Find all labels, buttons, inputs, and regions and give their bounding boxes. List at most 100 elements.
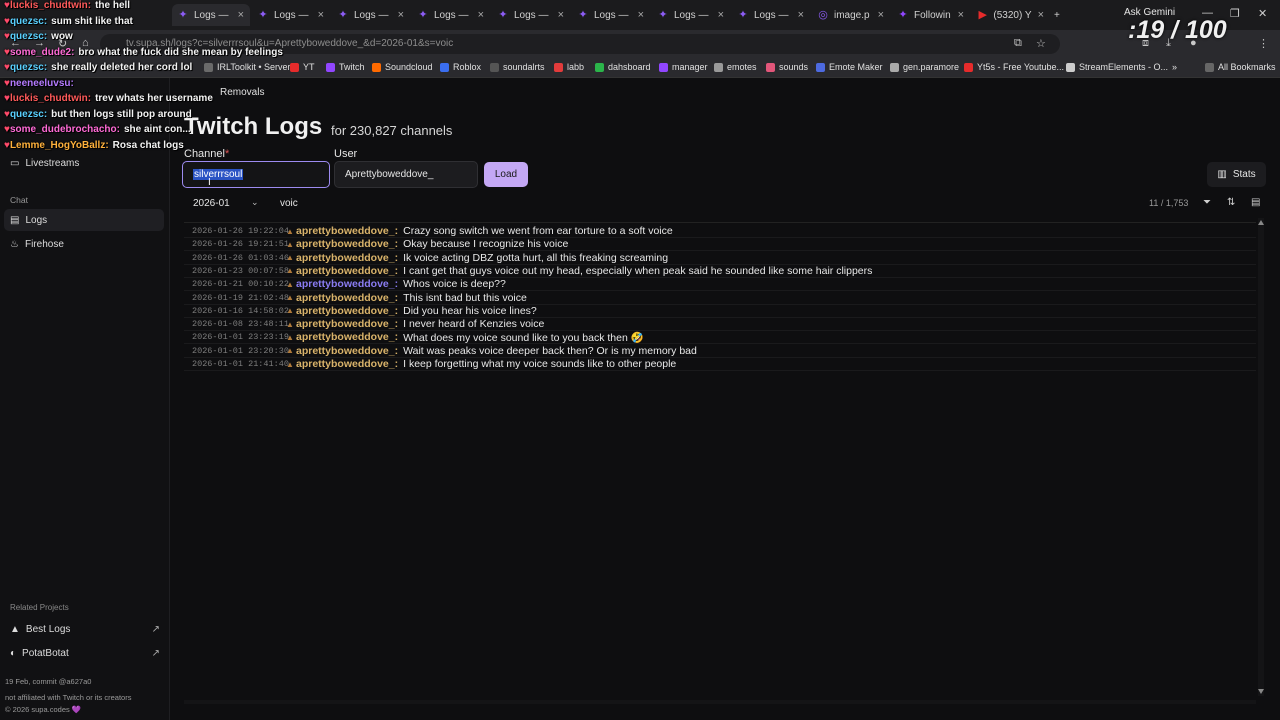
log-message: I cant get that guys voice out my head, … [403, 264, 873, 277]
log-username[interactable]: aprettyboweddove_: [296, 225, 398, 237]
bookmark-item[interactable]: labb [554, 62, 584, 72]
bookmark-label: emotes [727, 62, 757, 72]
bookmark-item[interactable]: » [1172, 62, 1177, 72]
tab-close-icon[interactable]: × [878, 9, 884, 21]
log-username[interactable]: aprettyboweddove_: [296, 238, 398, 250]
document-icon[interactable]: ▤ [1251, 197, 1260, 208]
tab-close-icon[interactable]: × [398, 9, 404, 21]
load-button[interactable]: Load [484, 162, 528, 187]
browser-tab[interactable]: ✦ Logs — × [652, 4, 730, 26]
browser-tab[interactable]: ✦ Logs — × [172, 4, 250, 26]
log-username[interactable]: aprettyboweddove_: [296, 278, 398, 290]
user-input[interactable]: Aprettyboweddove_ [334, 161, 478, 188]
bookmark-item[interactable]: All Bookmarks [1205, 62, 1276, 72]
log-username[interactable]: aprettyboweddove_: [296, 358, 398, 370]
bookmark-item[interactable]: Twitch [326, 62, 365, 72]
log-username[interactable]: aprettyboweddove_: [296, 305, 398, 317]
browser-tab[interactable]: ✦ Logs — × [332, 4, 410, 26]
bookmark-item[interactable]: Yt5s - Free Youtube... [964, 62, 1064, 72]
tab-close-icon[interactable]: × [638, 9, 644, 21]
bookmark-item[interactable]: sounds [766, 62, 808, 72]
sidebar-item-firehose[interactable]: ♨ Firehose [4, 233, 164, 255]
browser-tab-strip: ✦ Logs — × ✦ Logs — × ✦ Logs — × ✦ Logs — × ✦ Logs… [0, 0, 1280, 30]
related-link-potatbotat[interactable]: ◐ PotatBotat ↗ [10, 648, 160, 659]
browser-tab[interactable]: ✦ Logs — × [572, 4, 650, 26]
bookmark-item[interactable]: IRLToolkit • Server [204, 62, 291, 72]
bookmark-label: Roblox [453, 62, 482, 72]
log-username[interactable]: aprettyboweddove_: [296, 252, 398, 264]
browser-tab[interactable]: ✦ Logs — × [412, 4, 490, 26]
related-link-best-logs[interactable]: ▲ Best Logs ↗ [10, 624, 160, 635]
bookmark-item[interactable]: Soundcloud [372, 62, 433, 72]
overlay-chat-name: quezsc: [9, 108, 48, 120]
sidebar-item-logs[interactable]: ▤ Logs [4, 209, 164, 231]
filter-icon[interactable]: ⏷ [1203, 197, 1211, 208]
overlay-chat-name: quezsc: [9, 62, 48, 73]
close-window-icon[interactable]: ✕ [1258, 7, 1267, 20]
install-icon[interactable]: ⧉ [1014, 37, 1022, 50]
log-username[interactable]: aprettyboweddove_: [296, 345, 398, 357]
maximize-icon[interactable]: ❐ [1230, 7, 1240, 20]
overlay-chat-text: she aint con... [123, 124, 191, 135]
user-badge-icon: ▲ [286, 359, 294, 369]
bookmark-item[interactable]: gen.paramore [890, 62, 959, 72]
browser-tab[interactable]: ▶ (5320) Y × [972, 4, 1050, 26]
browser-tab[interactable]: ✦ Logs — × [252, 4, 330, 26]
log-row: 2026-01-16 14:58:02 ▲ aprettyboweddove_: Di… [184, 305, 1256, 318]
bookmark-label: Emote Maker [829, 62, 883, 72]
search-input[interactable]: voic [280, 198, 298, 209]
tab-label: Logs — [434, 9, 469, 21]
vertical-scrollbar[interactable] [1257, 218, 1265, 696]
bookmark-label: sounds [779, 62, 809, 72]
bookmark-item[interactable]: Roblox [440, 62, 481, 72]
log-timestamp: 2026-01-26 19:22:04 [192, 226, 289, 236]
bookmark-favicon-icon [372, 62, 381, 72]
bookmark-item[interactable]: YT [290, 62, 315, 72]
new-tab-button[interactable]: + [1048, 4, 1066, 26]
bookmark-item[interactable]: soundalrts [490, 62, 545, 72]
tab-close-icon[interactable]: × [478, 9, 484, 21]
bookmark-star-icon[interactable]: ☆ [1036, 37, 1046, 50]
sort-icon[interactable]: ⇅ [1227, 197, 1235, 208]
sidebar-item-livestreams[interactable]: ▭ Livestreams [4, 152, 164, 174]
overlay-chat-text: wow [51, 31, 73, 42]
log-message: Wait was peaks voice deeper back then? O… [403, 344, 697, 357]
tab-close-icon[interactable]: × [238, 9, 244, 21]
bookmark-item[interactable]: dahsboard [595, 62, 651, 72]
menu-icon[interactable]: ⋮ [1258, 37, 1269, 50]
tab-close-icon[interactable]: × [1038, 9, 1044, 21]
tab-close-icon[interactable]: × [318, 9, 324, 21]
bookmark-favicon-icon [890, 62, 899, 72]
bookmark-label: Yt5s - Free Youtube... [977, 62, 1065, 72]
chevron-down-icon[interactable]: ⌄ [251, 197, 259, 208]
log-username[interactable]: aprettyboweddove_: [296, 292, 398, 304]
horizontal-scrollbar[interactable] [184, 700, 1256, 704]
tab-close-icon[interactable]: × [558, 9, 564, 21]
tab-close-icon[interactable]: × [718, 9, 724, 21]
channel-label: Channel* [184, 148, 229, 160]
log-message: I never heard of Kenzies voice [403, 318, 545, 331]
bookmark-item[interactable]: Emote Maker [816, 62, 883, 72]
overlay-chat-line: ♥Lemme_HogYoBallz: Rosa chat logs [4, 140, 184, 151]
browser-tab[interactable]: ✦ Logs — × [492, 4, 570, 26]
log-username[interactable]: aprettyboweddove_: [296, 265, 398, 277]
bookmark-favicon-icon [964, 62, 973, 72]
stats-button[interactable]: ▥ Stats [1207, 162, 1266, 187]
tab-favicon-icon: ✦ [258, 9, 268, 21]
bookmark-favicon-icon [659, 62, 668, 72]
bookmark-favicon-icon [1066, 62, 1075, 72]
sidebar-section-related: Related Projects [10, 603, 69, 612]
month-select[interactable]: 2026-01 [193, 198, 230, 209]
bookmark-item[interactable]: manager [659, 62, 708, 72]
channel-input[interactable]: silverrrsoul [182, 161, 330, 188]
log-username[interactable]: aprettyboweddove_: [296, 318, 398, 330]
tab-close-icon[interactable]: × [958, 9, 964, 21]
log-username[interactable]: aprettyboweddove_: [296, 331, 398, 343]
bookmark-item[interactable]: StreamElements - O... [1066, 62, 1168, 72]
browser-tab[interactable]: ✦ Followin × [892, 4, 970, 26]
bookmark-item[interactable]: emotes [714, 62, 757, 72]
browser-tab[interactable]: ✦ Logs — × [732, 4, 810, 26]
overlay-chat-line: ♥quezsc: she really deleted her cord lol [4, 62, 192, 73]
browser-tab[interactable]: ◎ image.p × [812, 4, 890, 26]
tab-close-icon[interactable]: × [798, 9, 804, 21]
